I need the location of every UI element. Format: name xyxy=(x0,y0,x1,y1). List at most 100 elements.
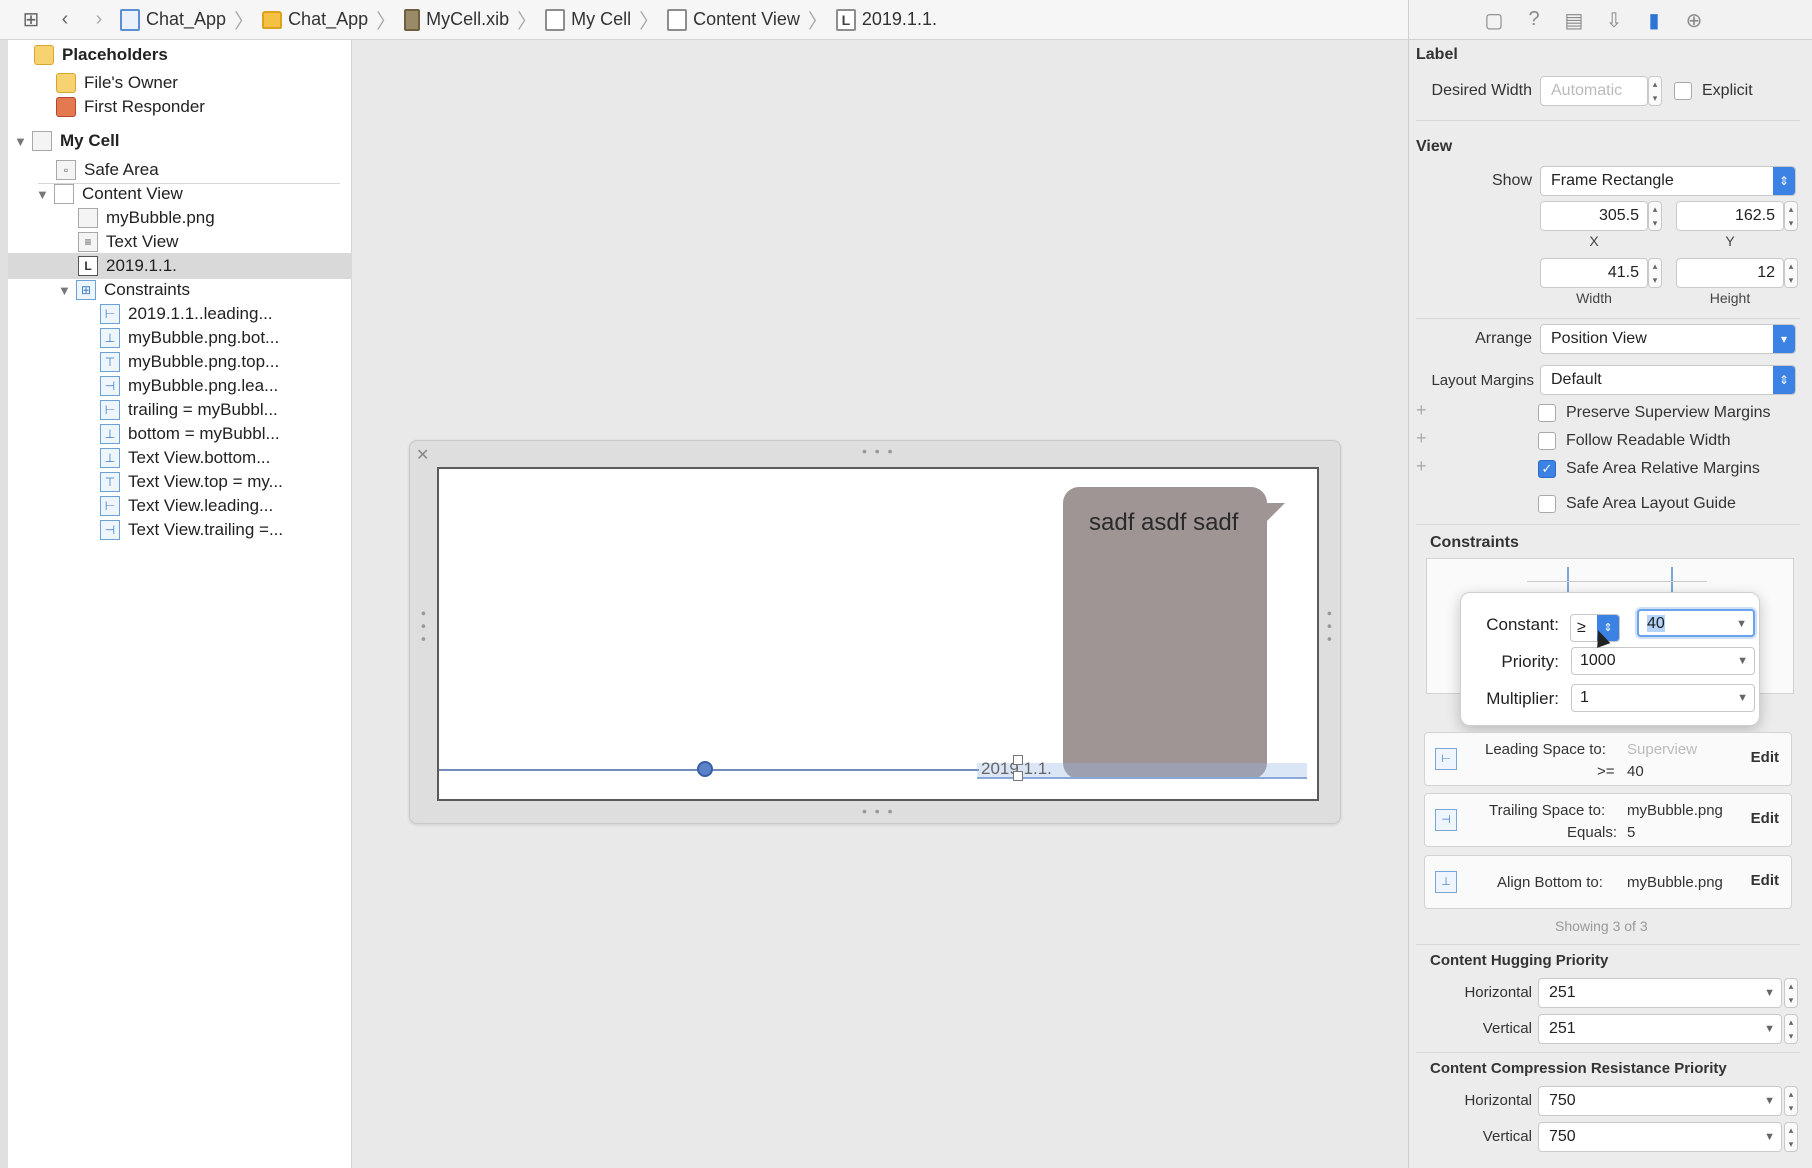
quick-help-icon[interactable]: ? xyxy=(1523,8,1545,32)
desired-width-stepper[interactable]: ▴ ▾ xyxy=(1648,76,1662,106)
constraint-card-leading[interactable]: ⊢ Leading Space to: Superview >= 40 Edit xyxy=(1424,732,1792,786)
resize-handle-right-icon[interactable]: • • • xyxy=(1322,611,1338,643)
close-scene-icon[interactable]: ✕ xyxy=(416,445,429,465)
disclosure-triangle-icon[interactable]: ▼ xyxy=(14,134,32,149)
checkmark-icon[interactable]: ✓ xyxy=(1538,460,1556,478)
safe-area-relative-margins-checkbox[interactable]: ✓ Safe Area Relative Margins xyxy=(1538,460,1760,478)
related-items-grid-icon[interactable]: ⊞ xyxy=(18,7,44,33)
breadcrumb-my-cell[interactable]: My Cell xyxy=(545,8,631,31)
outline-mybubble[interactable]: myBubble.png xyxy=(78,205,215,231)
x-stepper[interactable]: ▴ ▾ xyxy=(1648,201,1662,231)
dropdown-arrow-icon[interactable]: ▼ xyxy=(1737,685,1748,711)
arrange-popup[interactable]: Position View ▾ xyxy=(1540,324,1796,354)
desired-width-field[interactable]: Automatic xyxy=(1540,76,1648,106)
add-variation-icon[interactable]: + xyxy=(1416,428,1427,449)
x-field[interactable]: 305.5 xyxy=(1540,201,1648,231)
constraint-card-align-bottom[interactable]: ⊥ Align Bottom to: myBubble.png Edit xyxy=(1424,855,1792,909)
safe-area-layout-guide-checkbox[interactable]: Safe Area Layout Guide xyxy=(1538,495,1736,513)
checkbox-box[interactable] xyxy=(1538,432,1556,450)
hugging-vertical-stepper[interactable]: ▴ ▾ xyxy=(1784,1014,1798,1044)
outline-content-view[interactable]: ▼ Content View xyxy=(36,181,183,207)
forward-chevron-icon[interactable]: › xyxy=(86,7,112,33)
resize-handle-left-icon[interactable]: • • • xyxy=(416,611,432,643)
edit-constraint-button[interactable]: Edit xyxy=(1751,872,1779,889)
priority-field[interactable]: 1000 ▼ xyxy=(1571,647,1755,675)
compression-vertical-field[interactable]: 750 ▼ xyxy=(1538,1122,1782,1152)
constraint-item[interactable]: ⊣ Text View.trailing =... xyxy=(100,517,283,543)
breadcrumb-content-view[interactable]: Content View xyxy=(667,8,800,31)
dropdown-arrow-icon[interactable]: ▼ xyxy=(1737,648,1748,674)
constraint-item[interactable]: ⊢ Text View.leading... xyxy=(100,493,273,519)
connections-inspector-icon[interactable]: ⊕ xyxy=(1683,8,1705,32)
constraint-item[interactable]: ⊢ trailing = myBubbl... xyxy=(100,397,278,423)
height-stepper[interactable]: ▴ ▾ xyxy=(1784,258,1798,288)
compression-horizontal-field[interactable]: 750 ▼ xyxy=(1538,1086,1782,1116)
width-field[interactable]: 41.5 xyxy=(1540,258,1648,288)
width-stepper[interactable]: ▴ ▾ xyxy=(1648,258,1662,288)
selection-handle[interactable] xyxy=(1013,755,1023,765)
explicit-checkbox-box[interactable] xyxy=(1674,82,1692,100)
outline-constraints[interactable]: ▼ ⊞ Constraints xyxy=(58,277,190,303)
constraint-card-trailing[interactable]: ⊣ Trailing Space to: myBubble.png Equals… xyxy=(1424,793,1792,847)
height-field[interactable]: 12 xyxy=(1676,258,1784,288)
file-inspector-icon[interactable]: ▢ xyxy=(1483,8,1505,32)
constraint-item[interactable]: ⊣ myBubble.png.lea... xyxy=(100,373,278,399)
dropdown-arrow-icon[interactable]: ▼ xyxy=(1736,611,1747,637)
selection-handle[interactable] xyxy=(1013,771,1023,781)
outline-safe-area[interactable]: ▫ Safe Area xyxy=(56,157,159,183)
constraint-item[interactable]: ⊥ myBubble.png.bot... xyxy=(100,325,279,351)
outline-text-view[interactable]: ≡ Text View xyxy=(78,229,178,255)
table-view-cell[interactable]: sadf asdf sadf 2019.1.1. xyxy=(437,467,1319,801)
constant-field[interactable]: 40 ▼ xyxy=(1637,609,1755,637)
constraint-item[interactable]: ⊤ myBubble.png.top... xyxy=(100,349,279,375)
breadcrumb-label[interactable]: L 2019.1.1. xyxy=(835,8,937,31)
outline-date-label[interactable]: L 2019.1.1. xyxy=(8,253,352,279)
back-chevron-icon[interactable]: ‹ xyxy=(52,7,78,33)
checkbox-box[interactable] xyxy=(1538,404,1556,422)
constraint-item[interactable]: ⊥ bottom = myBubbl... xyxy=(100,421,280,447)
constraint-item[interactable]: ⊤ Text View.top = my... xyxy=(100,469,283,495)
interface-builder-canvas[interactable]: ✕ • • • • • • • • • • • • sadf asdf sadf… xyxy=(352,40,1408,1168)
compression-vertical-stepper[interactable]: ▴ ▾ xyxy=(1784,1122,1798,1152)
constraint-edit-popover[interactable]: Constant: 40 ▼ Priority: 1000 ▼ Multiplier… xyxy=(1460,592,1760,726)
checkbox-box[interactable] xyxy=(1538,495,1556,513)
preserve-superview-margins-checkbox[interactable]: Preserve Superview Margins xyxy=(1538,404,1771,422)
hugging-horizontal-field[interactable]: 251 ▼ xyxy=(1538,978,1782,1008)
add-variation-icon[interactable]: + xyxy=(1416,456,1427,477)
dropdown-arrow-icon[interactable]: ▼ xyxy=(1764,979,1775,1007)
layout-margins-popup[interactable]: Default ⇕ xyxy=(1540,365,1796,395)
hugging-horizontal-stepper[interactable]: ▴ ▾ xyxy=(1784,978,1798,1008)
size-inspector-icon[interactable]: ▮ xyxy=(1643,8,1665,32)
dropdown-arrow-icon[interactable]: ▼ xyxy=(1764,1015,1775,1043)
y-stepper[interactable]: ▴ ▾ xyxy=(1784,201,1798,231)
y-field[interactable]: 162.5 xyxy=(1676,201,1784,231)
edit-constraint-button[interactable]: Edit xyxy=(1751,810,1779,827)
bubble-text-view[interactable]: sadf asdf sadf xyxy=(1089,509,1238,537)
explicit-checkbox[interactable]: Explicit xyxy=(1674,82,1753,100)
constraint-item[interactable]: ⊥ Text View.bottom... xyxy=(100,445,270,471)
show-popup[interactable]: Frame Rectangle ⇕ xyxy=(1540,166,1796,196)
outline-my-cell[interactable]: ▼ My Cell xyxy=(14,128,120,154)
multiplier-field[interactable]: 1 ▼ xyxy=(1571,684,1755,712)
resize-handle-top-icon[interactable]: • • • xyxy=(862,443,894,459)
disclosure-triangle-icon[interactable]: ▼ xyxy=(36,187,54,202)
add-variation-icon[interactable]: + xyxy=(1416,400,1427,421)
breadcrumb-project[interactable]: Chat_App xyxy=(120,8,226,31)
resize-handle-bottom-icon[interactable]: • • • xyxy=(862,803,894,819)
breadcrumb-folder[interactable]: Chat_App xyxy=(262,9,368,30)
disclosure-triangle-icon[interactable]: ▼ xyxy=(58,283,76,298)
breadcrumb-xib[interactable]: MyCell.xib xyxy=(404,8,509,31)
outline-files-owner[interactable]: File's Owner xyxy=(56,70,178,96)
cell-scene[interactable]: ✕ • • • • • • • • • • • • sadf asdf sadf… xyxy=(409,440,1341,824)
dropdown-arrow-icon[interactable]: ▼ xyxy=(1764,1087,1775,1115)
hugging-vertical-field[interactable]: 251 ▼ xyxy=(1538,1014,1782,1044)
follow-readable-width-checkbox[interactable]: Follow Readable Width xyxy=(1538,432,1731,450)
edit-constraint-button[interactable]: Edit xyxy=(1751,749,1779,766)
compression-horizontal-stepper[interactable]: ▴ ▾ xyxy=(1784,1086,1798,1116)
constraint-item[interactable]: ⊢ 2019.1.1..leading... xyxy=(100,301,273,327)
constraint-handle[interactable] xyxy=(697,761,713,777)
outline-first-responder[interactable]: First Responder xyxy=(56,94,205,120)
dropdown-arrow-icon[interactable]: ▼ xyxy=(1764,1123,1775,1151)
identity-inspector-icon[interactable]: ▤ xyxy=(1563,8,1585,32)
attributes-inspector-icon[interactable]: ⇩ xyxy=(1603,8,1625,32)
